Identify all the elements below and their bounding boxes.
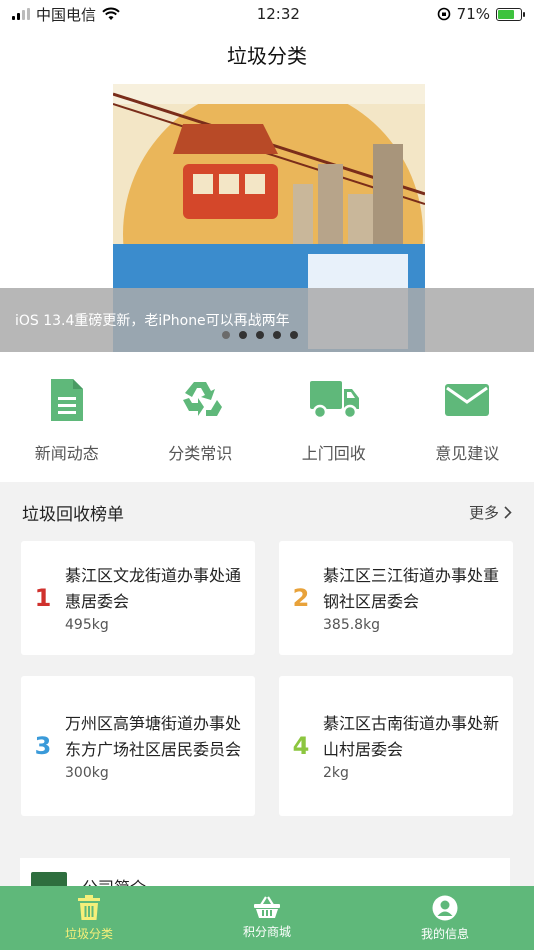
- page-title: 垃圾分类: [227, 43, 307, 68]
- rank-number: 4: [292, 732, 310, 760]
- recycle-icon: [174, 374, 226, 426]
- menu-classification[interactable]: 分类常识: [134, 352, 268, 482]
- ranking-title: 垃圾回收榜单: [22, 504, 124, 525]
- more-link[interactable]: 更多: [469, 502, 512, 523]
- ranking-card[interactable]: 2 綦江区三江街道办事处重钢社区居委会 385.8kg: [279, 541, 513, 655]
- status-right: 71%: [437, 5, 525, 23]
- truck-icon: [308, 374, 360, 426]
- tab-garbage-classification[interactable]: 垃圾分类: [0, 886, 178, 950]
- rank-weight: 2kg: [323, 765, 349, 781]
- rank-number: 3: [34, 732, 52, 760]
- rank-name: 綦江区古南街道办事处新山村居委会: [323, 714, 500, 759]
- rank-weight: 300kg: [65, 765, 109, 781]
- clock: 12:32: [256, 5, 300, 23]
- status-left: 中国电信: [12, 4, 120, 25]
- orientation-lock-icon: [437, 7, 450, 21]
- rank-name: 万州区高笋塘街道办事处东方广场社区居民委员会: [65, 714, 242, 759]
- rank-number: 1: [34, 584, 52, 612]
- rank-number: 2: [292, 584, 310, 612]
- carousel-dot[interactable]: [290, 331, 298, 339]
- tab-label: 积分商城: [242, 925, 291, 939]
- menu-pickup[interactable]: 上门回收: [267, 352, 401, 482]
- user-icon: [432, 895, 458, 921]
- quick-menu: 新闻动态 分类常识 上门回收 意见建议: [0, 352, 534, 482]
- rank-weight: 495kg: [65, 617, 109, 633]
- banner-carousel[interactable]: iOS 13.4重磅更新，老iPhone可以再战两年: [0, 80, 534, 352]
- carousel-dot[interactable]: [273, 331, 281, 339]
- envelope-icon: [441, 374, 493, 426]
- ranking-card[interactable]: 3 万州区高笋塘街道办事处东方广场社区居民委员会 300kg: [21, 676, 255, 816]
- rank-name: 綦江区文龙街道办事处通惠居委会: [65, 566, 242, 611]
- battery-icon: [496, 7, 525, 21]
- carrier-label: 中国电信: [36, 5, 97, 24]
- tab-label: 垃圾分类: [64, 927, 113, 941]
- trash-icon: [78, 895, 100, 920]
- menu-feedback[interactable]: 意见建议: [401, 352, 534, 482]
- menu-news[interactable]: 新闻动态: [0, 352, 134, 482]
- wifi-icon: [102, 7, 120, 20]
- carousel-indicator: [222, 331, 298, 339]
- document-icon: [41, 374, 93, 426]
- tab-my-info[interactable]: 我的信息: [356, 886, 534, 950]
- recycling-ranking: 垃圾回收榜单 更多 1 綦江区文龙街道办事处通惠居委会 495kg 2 綦江区三…: [0, 492, 534, 836]
- rank-name: 綦江区三江街道办事处重钢社区居委会: [323, 566, 500, 611]
- signal-icon: [12, 8, 30, 20]
- ranking-card[interactable]: 1 綦江区文龙街道办事处通惠居委会 495kg: [21, 541, 255, 655]
- ranking-card[interactable]: 4 綦江区古南街道办事处新山村居委会 2kg: [279, 676, 513, 816]
- menu-news-label: 新闻动态: [34, 444, 99, 463]
- ranking-header: 垃圾回收榜单 更多: [0, 492, 534, 532]
- status-bar: 中国电信 12:32 71%: [0, 0, 534, 28]
- chevron-right-icon: [504, 505, 512, 519]
- rank-weight: 385.8kg: [323, 617, 381, 633]
- carousel-dot[interactable]: [222, 331, 230, 339]
- more-label: 更多: [468, 503, 499, 522]
- tab-points-mall[interactable]: 积分商城: [178, 886, 356, 950]
- nav-bar: 垃圾分类: [0, 28, 534, 80]
- menu-pickup-label: 上门回收: [301, 444, 366, 463]
- tab-bar: 垃圾分类 积分商城 我的信息: [0, 886, 534, 950]
- carousel-dot[interactable]: [239, 331, 247, 339]
- menu-classification-label: 分类常识: [168, 444, 233, 463]
- battery-percent: 71%: [456, 5, 490, 23]
- banner-caption: iOS 13.4重磅更新，老iPhone可以再战两年: [0, 288, 534, 352]
- tab-label: 我的信息: [420, 927, 469, 941]
- carousel-dot[interactable]: [256, 331, 264, 339]
- basket-icon: [254, 896, 280, 918]
- menu-feedback-label: 意见建议: [435, 444, 500, 463]
